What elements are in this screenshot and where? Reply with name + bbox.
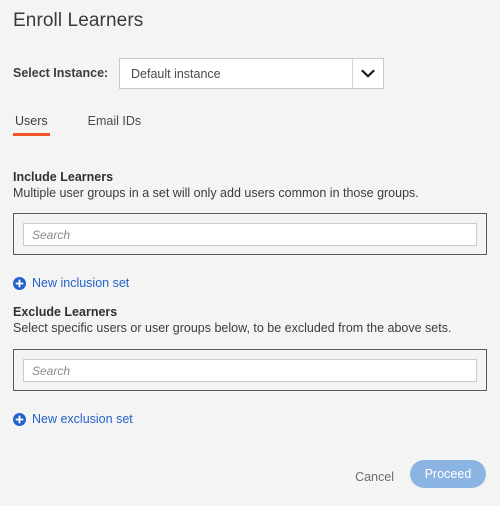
dialog-footer: Cancel Proceed: [0, 450, 500, 506]
enroll-learners-dialog: Enroll Learners Select Instance: Default…: [0, 0, 500, 506]
plus-circle-icon: [13, 276, 26, 290]
include-learners-description: Multiple user groups in a set will only …: [13, 186, 419, 200]
exclude-search-input[interactable]: [23, 359, 477, 382]
select-instance-label: Select Instance:: [13, 66, 109, 80]
instance-select[interactable]: Default instance: [119, 58, 384, 89]
select-instance-row: Select Instance: Default instance: [13, 58, 487, 90]
chevron-down-icon[interactable]: [352, 59, 383, 88]
new-inclusion-set-label: New inclusion set: [32, 276, 130, 290]
new-exclusion-set-label: New exclusion set: [32, 412, 133, 426]
new-inclusion-set-button[interactable]: New inclusion set: [13, 275, 129, 291]
tab-bar: Users Email IDs: [13, 114, 179, 142]
include-search-input[interactable]: [23, 223, 477, 246]
plus-circle-icon: [13, 412, 26, 426]
new-exclusion-set-button[interactable]: New exclusion set: [13, 411, 133, 427]
include-search-container: [13, 213, 487, 255]
include-learners-title: Include Learners: [13, 170, 114, 184]
instance-select-value: Default instance: [131, 66, 221, 81]
tab-users[interactable]: Users: [13, 114, 50, 136]
exclude-learners-description: Select specific users or user groups bel…: [13, 321, 452, 335]
tab-email-ids-label: Email IDs: [87, 114, 142, 128]
proceed-button[interactable]: Proceed: [410, 460, 486, 488]
page-title: Enroll Learners: [13, 10, 144, 31]
exclude-learners-title: Exclude Learners: [13, 305, 118, 319]
exclude-search-container: [13, 349, 487, 391]
tab-active-indicator: [13, 133, 50, 136]
cancel-button[interactable]: Cancel: [351, 468, 398, 486]
tab-users-label: Users: [15, 114, 48, 128]
tab-email-ids[interactable]: Email IDs: [86, 114, 143, 136]
